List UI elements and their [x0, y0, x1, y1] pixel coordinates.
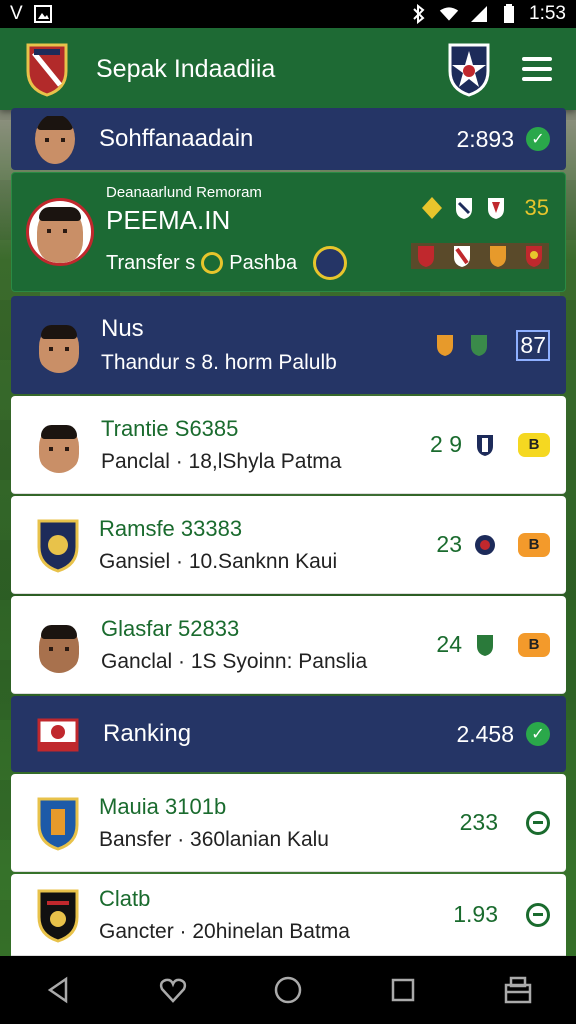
remove-icon[interactable]: [526, 810, 550, 835]
yellow-diamond-icon: [421, 197, 442, 219]
team-crest-small-icon: [490, 246, 506, 267]
player-score: 24: [436, 631, 462, 657]
club-shield-icon: [475, 534, 495, 555]
summary-card[interactable]: Sohffanaadain 2:893 ✓: [11, 108, 566, 170]
player-name: Nus: [101, 315, 144, 342]
ranking-title: Ranking: [103, 720, 192, 747]
clock: 1:53: [529, 3, 566, 24]
player-detail: Panclal · 18,lShyla Patma: [101, 449, 342, 473]
player-score: 87: [516, 329, 550, 361]
player-card[interactable]: Trantie S6385 Panclal · 18,lShyla Patma …: [11, 396, 566, 494]
player-detail: Thandur s 8. horm Palulb: [101, 351, 337, 374]
player-avatar: [35, 114, 75, 164]
club-seal-icon: [313, 246, 348, 280]
tasks-icon[interactable]: [500, 972, 536, 1008]
rating-badge: B: [518, 432, 550, 457]
orange-crest-icon: [437, 335, 454, 356]
team-crest-small-icon: [526, 246, 542, 267]
player-score: 2 9: [430, 431, 462, 457]
club-card[interactable]: Mauia 3101b Bansfer · 360lanian Kalu 233: [11, 774, 566, 872]
club-score: 233: [459, 809, 498, 835]
team-crest-small-icon: [454, 246, 470, 267]
team-crest-icon[interactable]: [446, 41, 492, 97]
featured-player-name: PEEMA.IN: [106, 205, 231, 235]
coin-icon: [201, 252, 224, 274]
summary-score: 2:893: [456, 125, 514, 152]
heart-icon[interactable]: [155, 972, 191, 1008]
team-crest-small-icon: [418, 246, 434, 267]
player-avatar: [35, 417, 83, 473]
featured-small-label: Deanaarlund Remoram: [106, 184, 262, 201]
back-icon[interactable]: [40, 972, 76, 1008]
player-name: Trantie S6385: [101, 415, 239, 441]
wifi-icon: [439, 5, 459, 23]
club-crest-icon: [37, 797, 79, 851]
club-name: Ramsfe 33383: [99, 515, 243, 541]
menu-line: [522, 77, 552, 81]
summary-title: Sohffanaadain: [99, 125, 254, 152]
player-detail: Ganclal · 1S Syoinn: Panslia: [101, 649, 368, 673]
player-card[interactable]: Glasfar 52833 Ganclal · 1S Syoinn: Pansl…: [11, 596, 566, 694]
green-crest-icon: [471, 335, 488, 356]
system-nav-bar: [0, 956, 576, 1024]
gallery-icon: [33, 5, 53, 23]
player-avatar: [35, 317, 83, 373]
menu-line: [522, 67, 552, 71]
rating-badge: B: [518, 632, 550, 657]
rating-badge: B: [518, 532, 550, 557]
club-shield-icon: [477, 634, 493, 656]
home-icon[interactable]: [270, 972, 306, 1008]
club-crest-icon: [37, 889, 79, 943]
club-detail: Gansiel · 10.Sanknn Kaui: [99, 549, 338, 573]
check-icon: ✓: [526, 722, 550, 746]
player-avatar: [35, 617, 83, 673]
club-detail: Gancter · 20hinelan Batma: [99, 919, 350, 943]
check-icon: ✓: [526, 127, 550, 151]
club-card[interactable]: Clatb Gancter · 20hinelan Batma 1.93: [11, 874, 566, 956]
club-shield-icon: [477, 434, 493, 456]
menu-button[interactable]: [522, 57, 552, 81]
club-card[interactable]: Ramsfe 33383 Gansiel · 10.Sanknn Kaui 23…: [11, 496, 566, 594]
bluetooth-icon: [409, 4, 429, 24]
club-score: 23: [436, 531, 462, 557]
battery-icon: [499, 4, 519, 23]
club-crest-icon: [37, 519, 79, 573]
status-bar: V 1:53: [0, 0, 576, 28]
menu-line: [522, 57, 552, 61]
player-name: Glasfar 52833: [101, 615, 240, 641]
carrier-text: V: [10, 3, 23, 24]
app-bar: Sepak Indaadiia: [0, 28, 576, 110]
app-title: Sepak Indaadiia: [96, 54, 276, 83]
club-score: 1.93: [453, 901, 498, 927]
featured-player-avatar: [26, 198, 94, 266]
ranking-card[interactable]: Ranking 2.458 ✓: [11, 696, 566, 772]
featured-transfer-label: Transfer s: [106, 251, 196, 274]
app-logo-crest-icon: [26, 43, 68, 97]
ranking-crest-icon: [37, 718, 79, 752]
club-detail: Bansfer · 360lanian Kalu: [99, 827, 329, 851]
remove-icon[interactable]: [526, 902, 550, 927]
blue-team-icon: [455, 198, 472, 219]
player-card[interactable]: Nus Thandur s 8. horm Palulb 87: [11, 296, 566, 394]
recents-icon[interactable]: [385, 972, 421, 1008]
featured-score: 35: [524, 195, 549, 220]
red-team-icon: [487, 198, 504, 219]
signal-icon: [469, 5, 489, 23]
ranking-score: 2.458: [456, 720, 514, 747]
featured-player-card[interactable]: Deanaarlund Remoram PEEMA.IN Transfer s …: [11, 172, 566, 292]
club-name: Mauia 3101b: [99, 793, 227, 819]
club-name: Clatb: [99, 885, 151, 911]
featured-club-label: Pashba: [229, 251, 298, 274]
